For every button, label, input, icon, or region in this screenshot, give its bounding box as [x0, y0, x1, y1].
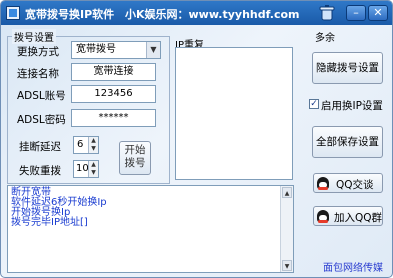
join-qq-group-button[interactable]: 加入QQ群 [313, 206, 383, 226]
window-title: 宽带拨号换IP软件 [25, 8, 115, 21]
ip-repeat-textarea[interactable] [175, 47, 293, 180]
disconnect-delay-value: 6 [77, 139, 84, 150]
password-input[interactable]: ****** [71, 109, 156, 127]
disconnect-delay-spinner[interactable]: 6 ▲ ▼ [73, 136, 99, 154]
close-button[interactable]: ✕ [368, 5, 388, 21]
save-all-settings-button[interactable]: 全部保存设置 [312, 126, 383, 158]
hide-dial-settings-button[interactable]: 隐藏拨号设置 [312, 52, 383, 84]
account-label: ADSL账号 [17, 90, 66, 102]
account-input[interactable]: 123456 [71, 85, 156, 103]
qq-icon [317, 210, 329, 223]
method-select[interactable]: 宽带拨号 ▼ [71, 41, 161, 59]
qq-chat-button[interactable]: QQ交谈 [313, 173, 383, 193]
scroll-down-icon[interactable]: ▼ [282, 260, 292, 271]
disconnect-delay-label: 挂断延迟 [19, 141, 61, 153]
skin-icon[interactable] [319, 4, 335, 22]
title-bar[interactable]: 宽带拨号换IP软件 小K娱乐网：www.tyyhhdf.com – ✕ [1, 1, 392, 25]
enable-ip-settings-checkbox[interactable]: ✓ [309, 99, 319, 109]
qq-chat-label: QQ交谈 [336, 179, 374, 191]
window-subtitle: 小K娱乐网：www.tyyhhdf.com [125, 8, 300, 21]
log-output[interactable]: 断开宽带 软件延迟6秒开始换Ip 开始拨号换Ip 拨号完毕IP地址[] ▲ ▼ [7, 185, 294, 273]
app-window: 宽带拨号换IP软件 小K娱乐网：www.tyyhhdf.com – ✕ 拨号设置… [0, 0, 393, 278]
fail-redial-spinner[interactable]: 10 ▲ ▼ [73, 160, 99, 178]
spinner-arrows-icon[interactable]: ▲ ▼ [88, 137, 98, 153]
fail-redial-value: 10 [76, 163, 89, 174]
method-label: 更换方式 [17, 46, 59, 58]
fail-redial-label: 失败重拨 [19, 165, 61, 177]
conn-name-label: 连接名称 [17, 68, 59, 80]
conn-name-input[interactable]: 宽带连接 [71, 63, 156, 81]
log-scrollbar[interactable]: ▲ ▼ [280, 186, 293, 272]
chevron-down-icon[interactable]: ▼ [146, 42, 160, 58]
start-dial-button[interactable]: 开始拨号 [119, 141, 151, 175]
log-line: 拨号完毕IP地址[] [11, 217, 88, 228]
join-qq-group-label: 加入QQ群 [334, 212, 383, 224]
spinner-arrows-icon[interactable]: ▲ ▼ [88, 161, 98, 177]
footer-brand[interactable]: 面包网络传媒 [323, 259, 383, 274]
misc-label: 多余 [315, 33, 335, 44]
minimize-button[interactable]: – [346, 5, 366, 21]
dial-settings-label: 拨号设置 [12, 29, 56, 44]
password-label: ADSL密码 [17, 114, 66, 126]
app-icon [6, 6, 20, 20]
enable-ip-settings-label: 启用换IP设置 [321, 100, 383, 112]
qq-icon [317, 177, 329, 190]
method-select-value: 宽带拨号 [76, 44, 116, 55]
scroll-up-icon[interactable]: ▲ [282, 187, 292, 198]
